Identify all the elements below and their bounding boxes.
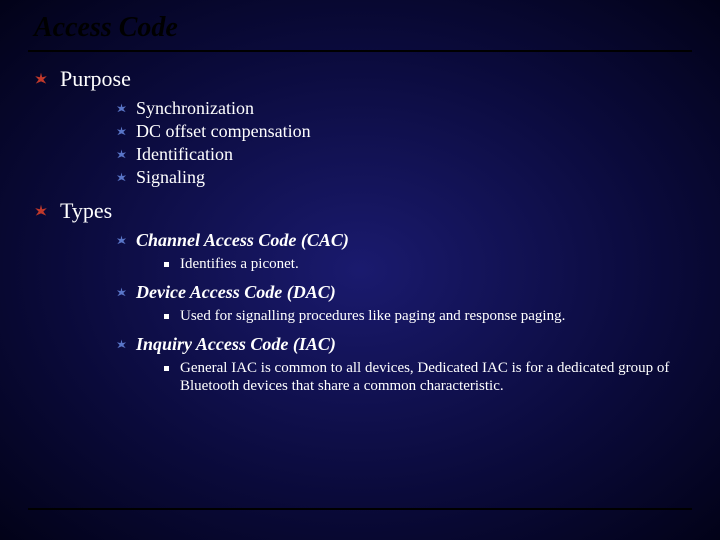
list-item: DC offset compensation: [116, 121, 686, 142]
star-icon: [116, 287, 127, 298]
type-desc-item: Identifies a piconet.: [164, 255, 686, 274]
star-icon: [34, 72, 48, 86]
star-icon: [116, 235, 127, 246]
item-text: Signaling: [136, 167, 205, 187]
type-name: Device Access Code (DAC): [136, 282, 336, 302]
list-item: Synchronization: [116, 98, 686, 119]
title-rule: [28, 50, 692, 52]
type-name: Channel Access Code (CAC): [136, 230, 349, 250]
footer-rule: [28, 508, 692, 510]
type-name: Inquiry Access Code (IAC): [136, 334, 336, 354]
star-icon: [116, 339, 127, 350]
type-desc-item: General IAC is common to all devices, De…: [164, 359, 686, 397]
content: Purpose Synchronization DC offset compen…: [28, 66, 692, 396]
item-text: DC offset compensation: [136, 121, 311, 141]
type-cac: Channel Access Code (CAC) Identifies a p…: [116, 230, 686, 274]
section-heading: Purpose: [60, 66, 131, 91]
type-desc: Identifies a piconet.: [180, 256, 299, 272]
star-icon: [116, 149, 127, 160]
list-item: Signaling: [116, 167, 686, 188]
item-text: Identification: [136, 144, 233, 164]
star-icon: [116, 172, 127, 183]
slide: Access Code Purpose Synchronization DC o…: [0, 0, 720, 540]
star-icon: [116, 103, 127, 114]
section-heading: Types: [60, 198, 112, 223]
section-purpose: Purpose Synchronization DC offset compen…: [34, 66, 686, 188]
type-desc-item: Used for signalling procedures like pagi…: [164, 307, 686, 326]
square-icon: [164, 262, 169, 267]
item-text: Synchronization: [136, 98, 254, 118]
slide-title: Access Code: [34, 12, 692, 44]
star-icon: [116, 126, 127, 137]
type-dac: Device Access Code (DAC) Used for signal…: [116, 282, 686, 326]
type-desc: Used for signalling procedures like pagi…: [180, 308, 565, 324]
square-icon: [164, 314, 169, 319]
type-desc: General IAC is common to all devices, De…: [180, 360, 669, 395]
star-icon: [34, 204, 48, 218]
type-iac: Inquiry Access Code (IAC) General IAC is…: [116, 334, 686, 397]
section-types: Types Channel Access Code (CAC) Identifi…: [34, 198, 686, 396]
square-icon: [164, 366, 169, 371]
list-item: Identification: [116, 144, 686, 165]
